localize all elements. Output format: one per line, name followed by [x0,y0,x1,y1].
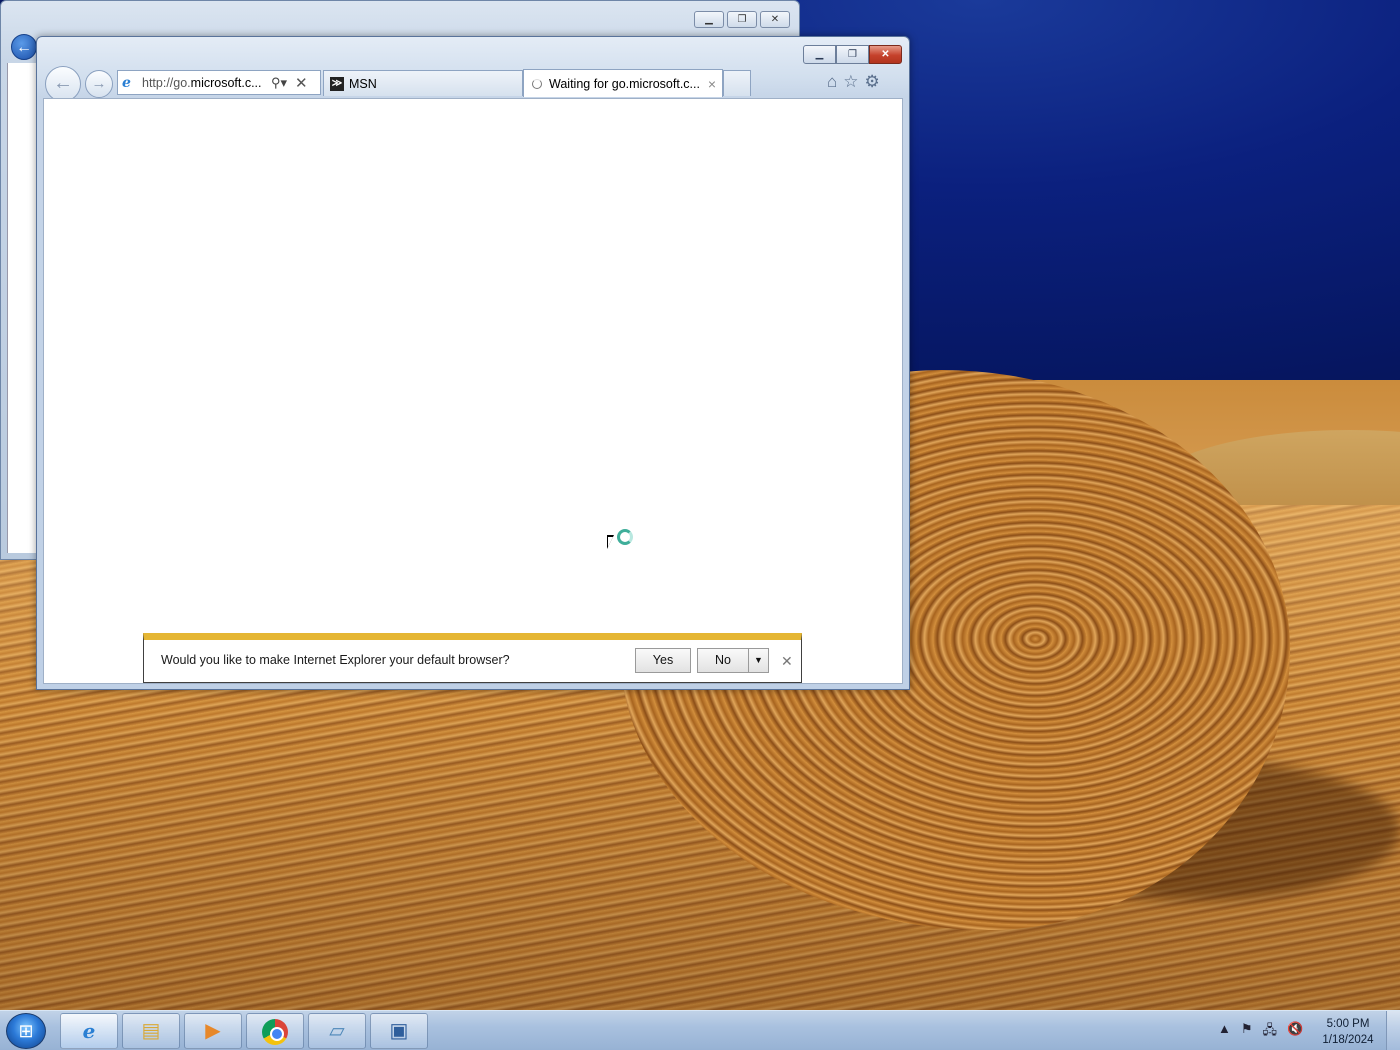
busy-cursor-icon [607,529,635,557]
address-url[interactable]: http://go.microsoft.c... [142,76,266,90]
ie-page-icon: e [122,74,131,91]
media-player-icon[interactable]: ▶ [184,1013,242,1049]
tab-label: Waiting for go.microsoft.c... [549,76,700,91]
tab-label: MSN [349,76,377,91]
forward-button[interactable]: → [85,70,113,98]
clock-time: 5:00 PM [1326,1018,1370,1030]
toolbar-icons: ⌂ ☆ ⚙ [827,72,880,92]
address-bar[interactable]: e http://go.microsoft.c... ⚲▾ ✕ [117,70,321,95]
chrome-icon[interactable] [246,1013,304,1049]
notification-message: Would you like to make Internet Explorer… [161,653,510,667]
stop-icon[interactable]: ✕ [295,74,308,92]
notification-close-icon[interactable]: ✕ [781,653,793,670]
system-tray: ▲ ⚑ 🖧 🔇 [1218,1021,1303,1043]
volume-muted-icon[interactable]: 🔇 [1287,1021,1303,1043]
clock-date: 1/18/2024 [1322,1034,1374,1046]
default-browser-notification: Would you like to make Internet Explorer… [143,633,802,683]
app-icon[interactable]: ▱ [308,1013,366,1049]
favorites-star-icon[interactable]: ☆ [843,72,858,92]
show-hidden-icons-icon[interactable]: ▲ [1218,1021,1231,1043]
tab-close-icon[interactable]: × [708,76,716,92]
file-explorer-icon[interactable]: ▤ [122,1013,180,1049]
action-center-flag-icon[interactable]: ⚑ [1241,1021,1253,1043]
home-icon[interactable]: ⌂ [827,72,837,92]
no-button[interactable]: No [697,648,749,673]
msn-icon: ≫ [330,76,344,91]
show-desktop-button[interactable] [1386,1011,1400,1050]
maximize-button[interactable]: ❐ [727,11,757,28]
internet-explorer-icon[interactable]: e [60,1013,118,1049]
search-icon[interactable]: ⚲▾ [271,75,287,91]
minimize-button[interactable]: ▁ [803,45,836,64]
close-button[interactable]: ✕ [869,45,902,64]
back-button[interactable]: ← [45,66,81,102]
yes-button[interactable]: Yes [635,648,691,673]
maximize-button[interactable]: ❐ [836,45,869,64]
tab-loading[interactable]: Waiting for go.microsoft.c... × [523,69,723,97]
remote-desktop-icon[interactable]: ▣ [370,1013,428,1049]
internet-explorer-window[interactable]: ▁ ❐ ✕ ← → e http://go.microsoft.c... ⚲▾ … [36,36,910,690]
close-button[interactable]: ✕ [760,11,790,28]
background-window-content [7,63,39,553]
gear-icon[interactable]: ⚙ [865,72,880,92]
page-content[interactable] [43,98,903,684]
tab-msn[interactable]: ≫ MSN [323,70,523,96]
loading-spinner-icon [532,78,542,89]
window-caption-buttons: ▁ ❐ ✕ [803,45,902,64]
new-tab-button[interactable] [723,70,751,96]
back-arrow-icon[interactable]: ← [11,34,37,60]
network-icon[interactable]: 🖧 [1263,1021,1278,1043]
no-options-dropdown[interactable]: ▼ [748,648,769,673]
clock[interactable]: 5:00 PM 1/18/2024 [1316,1016,1380,1048]
minimize-button[interactable]: ▁ [694,11,724,28]
taskbar: ⊞ e ▤ ▶ ▱ ▣ ▲ ⚑ 🖧 🔇 5:00 PM 1/18/2024 [0,1010,1400,1050]
start-button[interactable]: ⊞ [6,1013,46,1049]
